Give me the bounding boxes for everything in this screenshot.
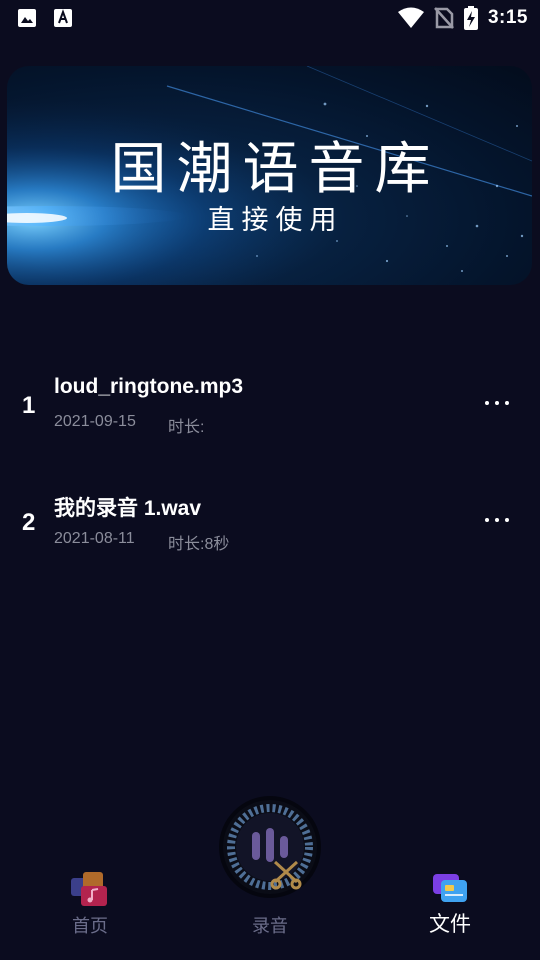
nav-files-label: 文件	[429, 913, 471, 936]
wifi-icon	[397, 7, 424, 28]
nav-files[interactable]: 文件	[390, 872, 510, 938]
battery-charging-icon	[463, 6, 478, 30]
more-options-icon[interactable]	[484, 393, 510, 413]
list-item[interactable]: 2 我的录音 1.wav 2021-08-11 时长:8秒	[0, 492, 540, 572]
files-icon	[433, 874, 467, 902]
microphone-record-icon	[223, 800, 317, 894]
file-index: 2	[22, 509, 36, 536]
more-options-icon[interactable]	[484, 510, 510, 530]
file-date: 2021-09-15	[54, 413, 136, 430]
file-name: loud_ringtone.mp3	[54, 375, 243, 398]
status-time: 3:15	[487, 7, 528, 28]
banner-subtitle: 直接使用	[207, 205, 344, 236]
nav-home-label: 首页	[72, 916, 108, 936]
banner-title: 国潮语音库	[110, 137, 441, 202]
nav-home[interactable]: 首页	[30, 872, 150, 938]
list-item[interactable]: 1 loud_ringtone.mp3 2021-09-15 时长:	[0, 375, 540, 455]
file-date: 2021-08-11	[54, 530, 135, 547]
home-icon	[71, 872, 107, 906]
font-a-icon	[54, 9, 72, 27]
file-duration: 时长:	[168, 419, 205, 436]
status-bar: 3:15	[0, 0, 540, 36]
file-name: 我的录音 1.wav	[54, 497, 202, 520]
file-index: 1	[22, 392, 36, 419]
nav-record-label: 录音	[252, 916, 288, 936]
record-button[interactable]	[219, 796, 321, 898]
file-duration: 时长:8秒	[168, 536, 230, 553]
no-sim-icon	[434, 7, 454, 29]
banner[interactable]: 国潮语音库 直接使用	[7, 66, 532, 285]
image-icon	[18, 9, 36, 27]
nav-record[interactable]: 录音	[210, 912, 330, 938]
